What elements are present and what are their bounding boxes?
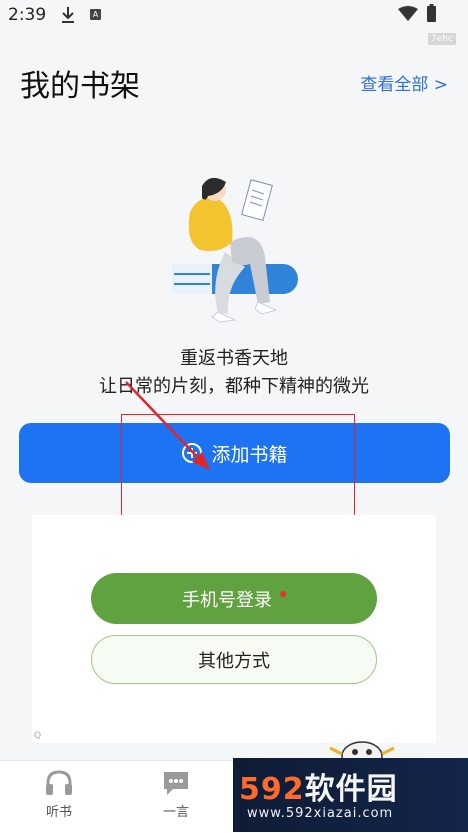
phone-login-button[interactable]: 手机号登录 [91,573,377,624]
view-all-link[interactable]: 查看全部 > [360,70,448,95]
nav-label-quote: 一言 [162,805,189,820]
brand-text: 软件园 [304,772,398,807]
notification-dot [280,590,286,597]
girl-reading-books-illustration [172,177,298,323]
download-icon [62,7,74,23]
nav-item-listen[interactable]: 听书 [19,769,99,820]
annotation-arrow-icon [125,381,210,470]
notification-badge-icon: A [90,9,101,20]
brand-number: 592 [239,772,305,807]
brand-watermark: 592软件园 www.592xiazai.com [233,758,468,832]
brand-name: 592软件园 [239,764,398,808]
nav-label-listen: 听书 [45,805,72,820]
page-title: 我的书架 [20,69,140,104]
headphones-icon [46,770,72,795]
empty-state-heading: 重返书香天地 [180,348,288,369]
chat-bubble-icon [164,772,188,795]
status-bar: 2:39 A [0,0,468,32]
wifi-icon [398,6,418,21]
battery-icon [427,4,436,22]
other-login-label: 其他方式 [198,650,270,672]
status-time: 2:39 [8,5,47,25]
empty-state-subtitle: 让日常的片刻，都种下精神的微光 [99,376,369,397]
other-login-methods-button[interactable]: 其他方式 [91,635,377,684]
watermark-tag: 7ehc [428,33,456,45]
brand-url: www.592xiazai.com [247,806,394,821]
login-card: 手机号登录 其他方式 Q [32,515,436,743]
card-corner-mark: Q [34,731,42,741]
nav-item-quote[interactable]: 一言 [136,769,216,820]
phone-login-label: 手机号登录 [182,589,272,611]
